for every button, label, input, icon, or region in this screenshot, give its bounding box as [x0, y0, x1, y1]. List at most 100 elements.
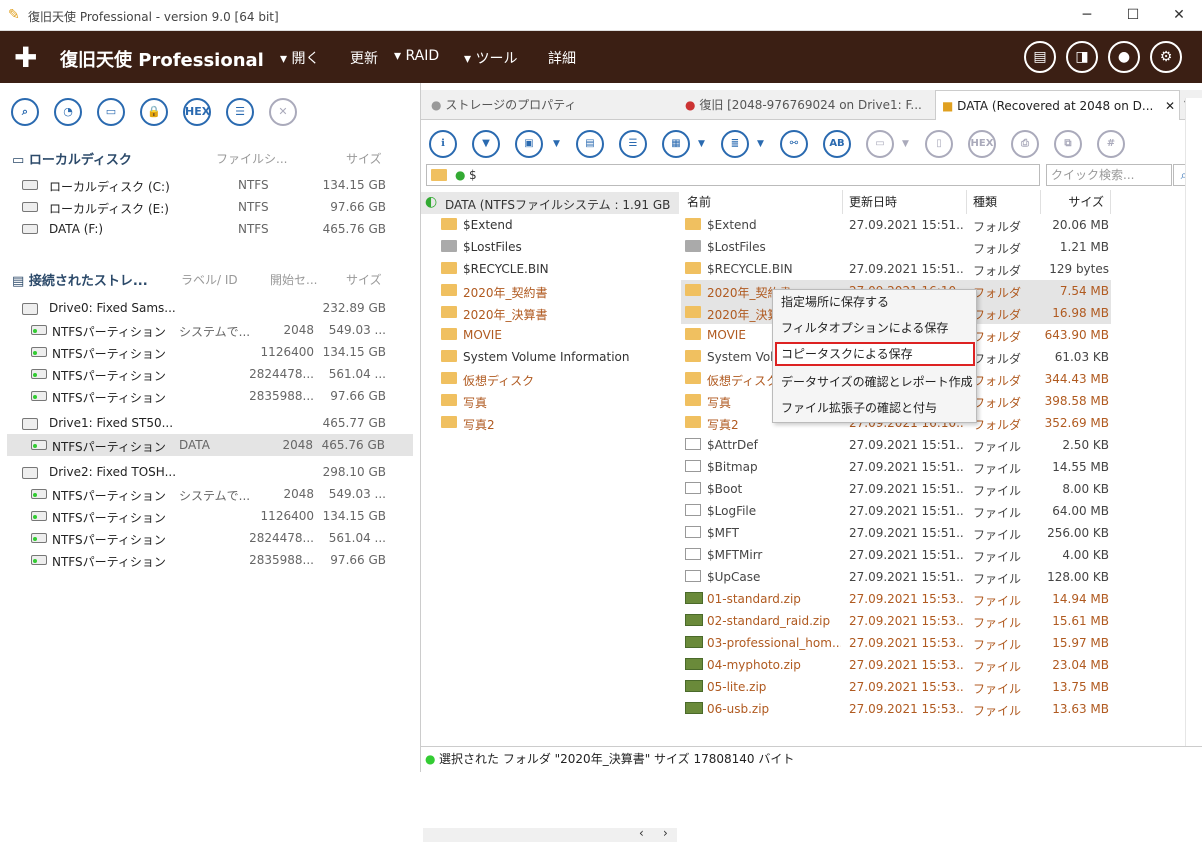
- menu-refresh[interactable]: 更新: [350, 48, 378, 68]
- partition-row[interactable]: NTFSパーティション 2824478... 561.04 ...: [0, 527, 421, 549]
- save-dropdown-icon[interactable]: ▼: [553, 139, 560, 149]
- vertical-scrollbar[interactable]: [1185, 98, 1202, 746]
- tab-data[interactable]: ■ DATA (Recovered at 2048 on D... ✕: [935, 90, 1180, 120]
- tree-item[interactable]: $LostFiles: [421, 236, 679, 258]
- copy-icon[interactable]: ⧉: [1054, 130, 1082, 158]
- tree-item[interactable]: $RECYCLE.BIN: [421, 258, 679, 280]
- menu-details[interactable]: 詳細: [548, 48, 576, 68]
- tree-item[interactable]: System Volume Information: [421, 346, 679, 368]
- info-icon[interactable]: ℹ: [429, 130, 457, 158]
- local-disk-row[interactable]: ローカルディスク (C:) NTFS 134.15 GB: [0, 174, 421, 196]
- hash-icon[interactable]: #: [1097, 130, 1125, 158]
- file-row[interactable]: $UpCase 27.09.2021 15:51... ファイル 128.00 KB: [681, 566, 1111, 588]
- menu-save-to-location[interactable]: 指定場所に保存する: [775, 290, 975, 314]
- menu-open[interactable]: ▾ 開く: [280, 48, 319, 68]
- tab-storage-properties[interactable]: ● ストレージのプロパティ: [431, 90, 681, 120]
- partition-row[interactable]: NTFSパーティション 1126400 134.15 GB: [0, 505, 421, 527]
- col-type[interactable]: 種類: [967, 190, 1041, 214]
- tab-recovery[interactable]: ● 復旧 [2048-976769024 on Drive1: F...: [685, 90, 935, 120]
- drive-row[interactable]: Drive1: Fixed ST50... 465.77 GB: [0, 412, 421, 434]
- tree-item[interactable]: MOVIE: [421, 324, 679, 346]
- folder-icon: [685, 394, 701, 406]
- file-row[interactable]: $Bitmap 27.09.2021 15:51... ファイル 14.55 MB: [681, 456, 1111, 478]
- file-row[interactable]: $AttrDef 27.09.2021 15:51... ファイル 2.50 KB: [681, 434, 1111, 456]
- filter-icon[interactable]: ▼: [472, 130, 500, 158]
- file-row[interactable]: 05-lite.zip 27.09.2021 15:53... ファイル 13.75 …: [681, 676, 1111, 698]
- tree-item[interactable]: 2020年_決算書: [421, 302, 679, 324]
- drive-row[interactable]: Drive2: Fixed TOSH... 298.10 GB: [0, 461, 421, 483]
- maximize-button[interactable]: ☐: [1110, 0, 1156, 31]
- col-name[interactable]: 名前: [681, 190, 843, 214]
- details-icon[interactable]: ≣: [721, 130, 749, 158]
- file-row[interactable]: $MFTMirr 27.09.2021 15:51... ファイル 4.00 KB: [681, 544, 1111, 566]
- menu-size-report[interactable]: データサイズの確認とレポート作成: [775, 370, 975, 394]
- settings-icon[interactable]: ⚙: [1150, 41, 1182, 73]
- view-icon[interactable]: ▦: [662, 130, 690, 158]
- file-row[interactable]: $Boot 27.09.2021 15:51... ファイル 8.00 KB: [681, 478, 1111, 500]
- col-modified[interactable]: 更新日時: [843, 190, 967, 214]
- tree-item[interactable]: 仮想ディスク: [421, 368, 679, 390]
- file-row[interactable]: 01-standard.zip 27.09.2021 15:53... ファイル 14…: [681, 588, 1111, 610]
- hex-view-button[interactable]: HEX: [968, 130, 996, 158]
- local-disk-row[interactable]: ローカルディスク (E:) NTFS 97.66 GB: [0, 196, 421, 218]
- search-icon[interactable]: ⌕: [11, 98, 39, 126]
- folder-icon[interactable]: ▭: [97, 98, 125, 126]
- hex-button[interactable]: HEX: [183, 98, 211, 126]
- list-icon[interactable]: ☰: [226, 98, 254, 126]
- file-row[interactable]: 04-myphoto.zip 27.09.2021 15:53... ファイル 23.…: [681, 654, 1111, 676]
- user-icon[interactable]: ●: [1108, 41, 1140, 73]
- file-row[interactable]: 02-standard_raid.zip 27.09.2021 15:53... フ…: [681, 610, 1111, 632]
- col-size[interactable]: サイズ: [1041, 190, 1111, 214]
- file-row[interactable]: $RECYCLE.BIN 27.09.2021 15:51... フォルダ 129 b…: [681, 258, 1111, 280]
- path-bar[interactable]: ● $: [426, 164, 1040, 186]
- partition-row[interactable]: NTFSパーティション システムで... 2048 549.03 ...: [0, 319, 421, 341]
- preview-dropdown-icon[interactable]: ▼: [902, 139, 909, 149]
- file-row[interactable]: $MFT 27.09.2021 15:51... ファイル 256.00 KB: [681, 522, 1111, 544]
- tree-item[interactable]: $Extend: [421, 214, 679, 236]
- file-type: ファイル: [973, 616, 1022, 630]
- file-row[interactable]: 03-professional_hom... 27.09.2021 15:53..…: [681, 632, 1111, 654]
- menu-save-with-filter[interactable]: フィルタオプションによる保存: [775, 316, 975, 340]
- lock-icon[interactable]: 🔒: [140, 98, 168, 126]
- file-row[interactable]: $LostFiles フォルダ 1.21 MB: [681, 236, 1111, 258]
- text-search-icon[interactable]: AB: [823, 130, 851, 158]
- file-size: 129 bytes: [1049, 262, 1109, 276]
- file-row[interactable]: $LogFile 27.09.2021 15:51... ファイル 64.00 MB: [681, 500, 1111, 522]
- menu-extension-check[interactable]: ファイル拡張子の確認と付与: [775, 396, 975, 420]
- partition-row[interactable]: NTFSパーティション DATA 2048 465.76 GB: [7, 434, 413, 456]
- partition-row[interactable]: NTFSパーティション システムで... 2048 549.03 ...: [0, 483, 421, 505]
- tree-item[interactable]: 写真: [421, 390, 679, 412]
- local-disk-row[interactable]: DATA (F:) NTFS 465.76 GB: [0, 218, 421, 240]
- partition-row[interactable]: NTFSパーティション 2835988... 97.66 GB: [0, 385, 421, 407]
- menu-raid[interactable]: ▾ RAID: [394, 48, 439, 64]
- partition-row[interactable]: NTFSパーティション 2835988... 97.66 GB: [0, 549, 421, 571]
- minimize-button[interactable]: ─: [1064, 0, 1110, 31]
- view-dropdown-icon[interactable]: ▼: [698, 139, 705, 149]
- scan-icon[interactable]: ◔: [54, 98, 82, 126]
- details-dropdown-icon[interactable]: ▼: [757, 139, 764, 149]
- menu-tools[interactable]: ▾ ツール: [464, 48, 517, 68]
- partition-row[interactable]: NTFSパーティション 1126400 134.15 GB: [0, 341, 421, 363]
- tree-scrollbar[interactable]: ‹ ›: [423, 826, 677, 842]
- print-icon[interactable]: ⎙: [1011, 130, 1039, 158]
- save-task-icon[interactable]: ▤: [576, 130, 604, 158]
- file-row[interactable]: $Extend 27.09.2021 15:51... フォルダ 20.06 MB: [681, 214, 1111, 236]
- page-icon[interactable]: ▯: [925, 130, 953, 158]
- close-icon[interactable]: ✕: [269, 98, 297, 126]
- partition-row[interactable]: NTFSパーティション 2824478... 561.04 ...: [0, 363, 421, 385]
- tree-item[interactable]: 写真2: [421, 412, 679, 434]
- preview-icon[interactable]: ▭: [866, 130, 894, 158]
- quick-search-input[interactable]: クイック検索...: [1046, 164, 1172, 186]
- file-row[interactable]: 06-usb.zip 27.09.2021 15:53... ファイル 13.63 M…: [681, 698, 1111, 720]
- file-type: ファイル: [973, 638, 1022, 652]
- binoculars-icon[interactable]: ⚯: [780, 130, 808, 158]
- checklist-icon[interactable]: ☰: [619, 130, 647, 158]
- tree-root[interactable]: ◐ DATA (NTFSファイルシステム : 1.91 GB: [421, 192, 679, 214]
- close-button[interactable]: ✕: [1156, 0, 1202, 31]
- save-icon[interactable]: ▣: [515, 130, 543, 158]
- drive-row[interactable]: Drive0: Fixed Sams... 232.89 GB: [0, 297, 421, 319]
- menu-save-by-copy-task[interactable]: コピータスクによる保存: [775, 342, 975, 366]
- panel-icon[interactable]: ◨: [1066, 41, 1098, 73]
- message-icon[interactable]: ▤: [1024, 41, 1056, 73]
- tree-item[interactable]: 2020年_契約書: [421, 280, 679, 302]
